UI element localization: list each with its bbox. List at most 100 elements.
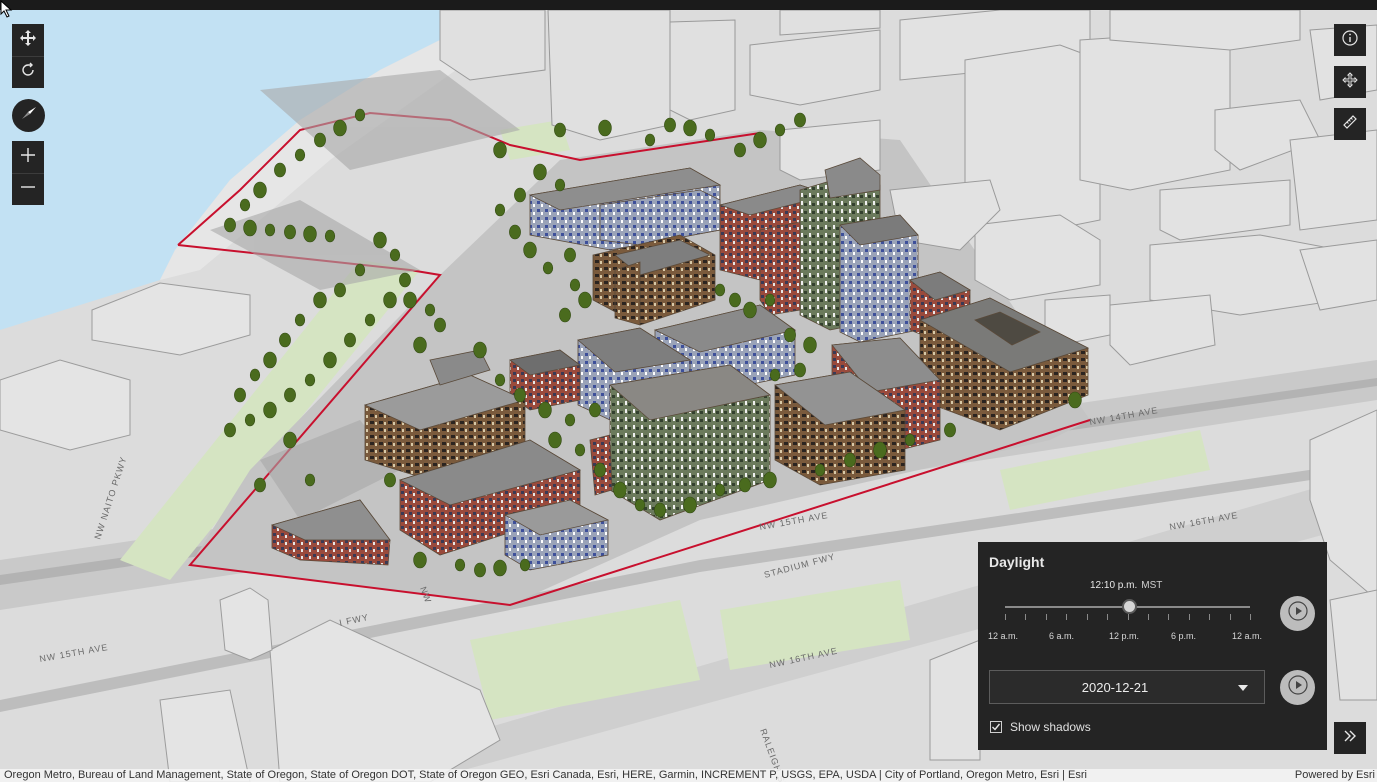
- tree: [739, 477, 751, 493]
- tree: [589, 402, 601, 418]
- tree: [714, 283, 726, 297]
- tree: [769, 368, 781, 382]
- attribution-bar: Oregon Metro, Bureau of Land Management,…: [0, 769, 1377, 782]
- tree: [304, 473, 316, 487]
- tree: [538, 401, 552, 419]
- tree: [434, 317, 446, 333]
- tree: [473, 341, 487, 359]
- tree: [904, 433, 916, 447]
- show-shadows-row: Show shadows: [990, 720, 1091, 734]
- tree: [294, 313, 306, 327]
- tree: [413, 551, 427, 569]
- tree: [494, 203, 506, 217]
- slider-tick: [1250, 614, 1251, 620]
- tree: [774, 123, 786, 137]
- slider-tick: [1168, 614, 1170, 620]
- zoom-in-button[interactable]: [12, 141, 44, 173]
- slider-tick: [1086, 614, 1088, 620]
- tree: [234, 387, 246, 403]
- tree: [569, 278, 581, 292]
- tree: [224, 217, 236, 233]
- rotate-button[interactable]: [12, 56, 44, 88]
- powered-by-esri[interactable]: Powered by Esri: [1295, 769, 1375, 781]
- compass-button[interactable]: [12, 99, 45, 132]
- tree: [753, 131, 767, 149]
- slider-tick: [1005, 614, 1006, 620]
- zoom-group: [12, 141, 44, 205]
- tree: [564, 413, 576, 427]
- tree: [683, 119, 697, 137]
- navigation-mode-tool-group: [1334, 66, 1366, 98]
- time-label: 12:10 p.m.: [1090, 580, 1138, 591]
- tree: [314, 132, 326, 148]
- tick-label: 6 p.m.: [1171, 631, 1197, 641]
- rotate-icon: [19, 61, 37, 84]
- tree: [424, 303, 436, 317]
- tree: [249, 368, 261, 382]
- tree: [814, 463, 826, 477]
- tree: [254, 477, 266, 493]
- tree: [519, 558, 531, 572]
- tick-label: 6 a.m.: [1049, 631, 1075, 641]
- navigation-mode-button[interactable]: [1334, 66, 1366, 98]
- tree: [729, 292, 741, 308]
- tree: [344, 332, 356, 348]
- tree: [598, 119, 612, 137]
- measure-button[interactable]: [1334, 108, 1366, 140]
- tree: [244, 413, 256, 427]
- chevron-down-icon: [1238, 685, 1248, 691]
- tree: [514, 387, 526, 403]
- tree: [564, 247, 576, 263]
- slider-tick: [1066, 614, 1068, 620]
- tree: [644, 133, 656, 147]
- tree: [654, 502, 666, 518]
- zoom-out-button[interactable]: [12, 173, 44, 205]
- tree: [474, 562, 486, 578]
- tree: [323, 351, 337, 369]
- slider-tick: [1045, 614, 1047, 620]
- tree: [303, 225, 317, 243]
- tree: [494, 373, 506, 387]
- tree: [794, 112, 806, 128]
- tree: [333, 119, 347, 137]
- time-slider-handle[interactable]: [1122, 599, 1138, 614]
- tree: [239, 198, 251, 212]
- expand-button[interactable]: [1334, 722, 1366, 754]
- timezone-label: MST: [1141, 580, 1163, 591]
- play-season-button[interactable]: [1280, 670, 1315, 705]
- slider-tick: [1147, 614, 1149, 620]
- tree: [304, 373, 316, 387]
- tree: [264, 223, 276, 237]
- hand-move-icon: [1341, 71, 1359, 94]
- show-shadows-label: Show shadows: [1010, 720, 1091, 734]
- tree: [554, 178, 566, 192]
- tree: [1068, 391, 1082, 409]
- tree: [284, 224, 296, 240]
- tree: [383, 291, 397, 309]
- date-value: 2020-12-21: [1081, 680, 1149, 695]
- pan-button[interactable]: [12, 24, 44, 56]
- plus-icon: [19, 146, 37, 169]
- tree: [743, 301, 757, 319]
- attribution-credits[interactable]: Oregon Metro, Bureau of Land Management,…: [4, 769, 1087, 781]
- tree: [873, 441, 887, 459]
- measure-tool-group: [1334, 108, 1366, 140]
- date-picker[interactable]: 2020-12-21: [989, 670, 1265, 704]
- slider-tick: [1188, 614, 1190, 620]
- mouse-cursor-icon: [0, 0, 13, 18]
- tree: [574, 443, 586, 457]
- tree: [533, 163, 547, 181]
- show-shadows-checkbox[interactable]: [990, 721, 1002, 733]
- move-arrows-icon: [19, 29, 37, 52]
- tree: [354, 263, 366, 277]
- info-button[interactable]: [1334, 24, 1366, 56]
- daylight-panel: Daylight 12:10 p.m. MST 12 a.m. 6 a.m. 12…: [978, 542, 1327, 750]
- tree: [279, 332, 291, 348]
- daylight-title: Daylight: [989, 554, 1045, 570]
- play-time-button[interactable]: [1280, 596, 1315, 631]
- compass-icon: [19, 103, 39, 128]
- time-readout: 12:10 p.m. MST: [1090, 580, 1162, 591]
- tree: [313, 291, 327, 309]
- play-icon: [1287, 601, 1308, 626]
- tree: [714, 483, 726, 497]
